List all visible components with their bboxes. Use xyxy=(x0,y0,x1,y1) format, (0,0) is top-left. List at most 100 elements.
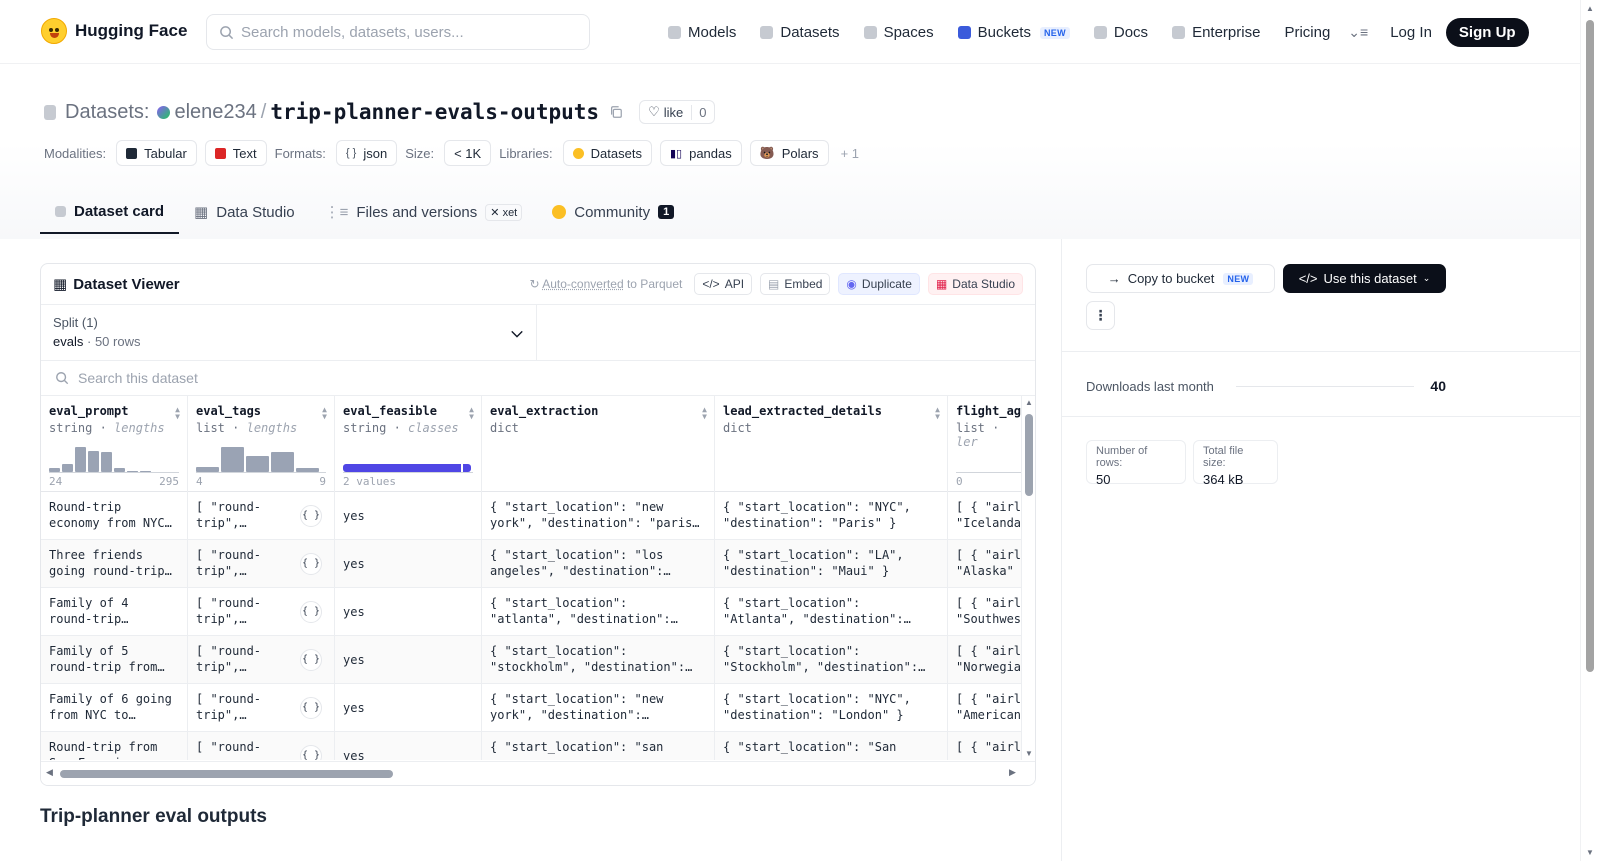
table-cell[interactable]: { "start_location": "NYC", "destination"… xyxy=(715,492,947,540)
dataset-search-input[interactable]: Search this dataset xyxy=(41,361,1035,396)
data-studio-button[interactable]: ▦ Data Studio xyxy=(927,273,1023,295)
duplicate-button[interactable]: ◉ Duplicate xyxy=(838,273,920,295)
tag-tabular[interactable]: Tabular xyxy=(116,140,197,166)
page-scrollbar[interactable]: ▲ ▼ xyxy=(1580,0,1600,861)
scroll-thumb[interactable] xyxy=(1586,20,1594,672)
table-cell[interactable]: { "start_location": "los angeles", "dest… xyxy=(482,540,714,588)
copy-to-bucket-button[interactable]: → Copy to bucket NEW xyxy=(1086,264,1275,293)
table-cell[interactable]: Family of 6 going from NYC to London xyxy=(41,684,187,732)
brand-logo[interactable]: Hugging Face xyxy=(41,18,187,44)
repo-name[interactable]: trip-planner-evals-outputs xyxy=(270,100,599,124)
tab-files[interactable]: ⋮≡ Files and versions ✕ xet xyxy=(310,190,538,234)
column-header[interactable]: eval_tags list · lengths ▲ ▼ 4 9 xyxy=(188,396,334,492)
table-horizontal-scrollbar[interactable]: ◀ ▶ xyxy=(41,761,1035,785)
table-cell[interactable]: { "start_location": "NYC", "destination"… xyxy=(715,684,947,732)
split-select[interactable]: Split (1) evals · 50 rows xyxy=(41,305,537,360)
scroll-up-icon[interactable]: ▲ xyxy=(1025,398,1033,407)
tag-size[interactable]: < 1K xyxy=(444,140,492,166)
more-menu-icon[interactable]: ⌄≡ xyxy=(1348,24,1368,41)
scroll-left-icon[interactable]: ◀ xyxy=(46,767,53,778)
nav-spaces[interactable]: Spaces xyxy=(863,19,934,47)
sort-icon[interactable]: ▲ ▼ xyxy=(469,406,474,421)
tag-pandas[interactable]: ▮▯ pandas xyxy=(659,140,742,166)
tag-datasets[interactable]: Datasets xyxy=(562,140,652,166)
table-cell[interactable]: { "start_location": "LA", "destination":… xyxy=(715,540,947,588)
table-cell[interactable]: { "start_location": "atlanta", "destinat… xyxy=(482,588,714,636)
braces-icon[interactable]: { } xyxy=(300,553,322,575)
table-cell[interactable]: Family of 4 round-trip Atlanta to Orland… xyxy=(41,588,187,636)
nav-buckets[interactable]: Buckets NEW xyxy=(957,19,1070,47)
login-link[interactable]: Log In xyxy=(1390,24,1432,41)
tag-polars[interactable]: 🐻 Polars xyxy=(749,140,829,166)
braces-icon[interactable]: { } xyxy=(300,505,322,527)
table-cell[interactable]: Three friends going round-trip to Maui xyxy=(41,540,187,588)
table-cell[interactable]: [ "round-trip", "family" ] { } xyxy=(188,636,334,684)
copy-icon[interactable] xyxy=(609,105,623,119)
table-cell[interactable]: yes xyxy=(335,588,481,636)
table-cell[interactable]: Round-trip economy from NYC to Paris for… xyxy=(41,492,187,540)
sort-icon[interactable]: ▲ ▼ xyxy=(175,406,180,421)
table-cell[interactable]: yes xyxy=(335,636,481,684)
table-cell[interactable]: [ "round- { } xyxy=(188,732,334,760)
auto-converted-note[interactable]: ↻ Auto-converted to Parquet xyxy=(530,277,683,291)
table-vertical-scrollbar[interactable]: ▲ ▼ xyxy=(1021,396,1035,760)
sort-icon[interactable]: ▲ ▼ xyxy=(935,406,940,421)
table-cell[interactable]: [ "round-trip", "family" ] { } xyxy=(188,684,334,732)
table-cell[interactable]: [ "round-trip", "group" ] { } xyxy=(188,540,334,588)
table-cell[interactable]: { "start_location": "san xyxy=(482,732,714,760)
tag-json[interactable]: { } json xyxy=(335,140,398,166)
column-header[interactable]: eval_extraction dict ▲ ▼ xyxy=(482,396,714,492)
tab-dataset-card[interactable]: Dataset card xyxy=(40,190,180,234)
repo-owner[interactable]: elene234 xyxy=(174,101,256,124)
like-button[interactable]: ♡ like 0 xyxy=(639,100,715,124)
signup-button[interactable]: Sign Up xyxy=(1445,18,1529,47)
table-cell[interactable]: Family of 5 round-trip from Stockholm xyxy=(41,636,187,684)
nav-datasets[interactable]: Datasets xyxy=(760,19,840,47)
cell-text: Family of 5 round-trip from Stockholm xyxy=(49,644,158,674)
table-cell[interactable]: yes xyxy=(335,492,481,540)
scroll-down-icon[interactable]: ▼ xyxy=(1586,848,1594,857)
scroll-right-icon[interactable]: ▶ xyxy=(1009,767,1016,778)
table-cell[interactable]: Round-trip from San Francisco xyxy=(41,732,187,760)
table-cell[interactable]: { "start_location": "new york", "destina… xyxy=(482,492,714,540)
table-cell[interactable]: yes xyxy=(335,684,481,732)
scroll-thumb[interactable] xyxy=(1025,414,1033,496)
scroll-up-icon[interactable]: ▲ xyxy=(1586,4,1594,13)
more-options-button[interactable]: ⋮ xyxy=(1086,301,1115,330)
table-cell[interactable]: [ "round-trip", "economy" ] { } xyxy=(188,492,334,540)
braces-icon[interactable]: { } xyxy=(300,697,322,719)
like-label: like xyxy=(663,104,684,120)
braces-icon[interactable]: { } xyxy=(300,601,322,623)
more-libraries[interactable]: + 1 xyxy=(841,146,859,161)
nav-models[interactable]: Models xyxy=(668,19,736,47)
table-cell[interactable]: yes xyxy=(335,732,481,760)
api-button[interactable]: </> API xyxy=(694,273,753,295)
viewer-header: ▦ Dataset Viewer ↻ Auto-converted to Parq… xyxy=(41,264,1035,305)
nav-enterprise[interactable]: Enterprise xyxy=(1172,19,1260,47)
scroll-thumb[interactable] xyxy=(60,770,393,778)
braces-icon[interactable]: { } xyxy=(300,745,322,760)
tab-data-studio[interactable]: ▦ Data Studio xyxy=(179,190,310,234)
sort-icon[interactable]: ▲ ▼ xyxy=(322,406,327,421)
sort-icon[interactable]: ▲ ▼ xyxy=(702,406,707,421)
scroll-down-icon[interactable]: ▼ xyxy=(1025,749,1033,758)
search-input[interactable]: Search models, datasets, users... xyxy=(206,14,590,50)
tag-text[interactable]: Text xyxy=(204,140,267,166)
nav-pricing[interactable]: Pricing xyxy=(1284,19,1330,47)
table-cell[interactable]: yes xyxy=(335,540,481,588)
table-cell[interactable]: { "start_location": "San xyxy=(715,732,947,760)
embed-button[interactable]: ▤ Embed xyxy=(760,273,831,295)
table-cell[interactable]: [ "round-trip", "family" ] { } xyxy=(188,588,334,636)
column-header[interactable]: eval_prompt string · lengths ▲ ▼ 24 295 xyxy=(41,396,187,492)
use-dataset-button[interactable]: </> Use this dataset ⌄ xyxy=(1283,264,1446,293)
column-header[interactable]: eval_feasible string · classes ▲ ▼ 2 values xyxy=(335,396,481,492)
tab-community[interactable]: Community 1 xyxy=(537,190,689,234)
table-cell[interactable]: { "start_location": "stockholm", "destin… xyxy=(482,636,714,684)
table-cell[interactable]: { "start_location": "new york", "destina… xyxy=(482,684,714,732)
braces-icon[interactable]: { } xyxy=(300,649,322,671)
repo-type[interactable]: Datasets: xyxy=(65,101,149,124)
table-cell[interactable]: { "start_location": "Stockholm", "destin… xyxy=(715,636,947,684)
column-header[interactable]: lead_extracted_details dict ▲ ▼ xyxy=(715,396,947,492)
nav-docs[interactable]: Docs xyxy=(1093,19,1148,47)
table-cell[interactable]: { "start_location": "Atlanta", "destinat… xyxy=(715,588,947,636)
